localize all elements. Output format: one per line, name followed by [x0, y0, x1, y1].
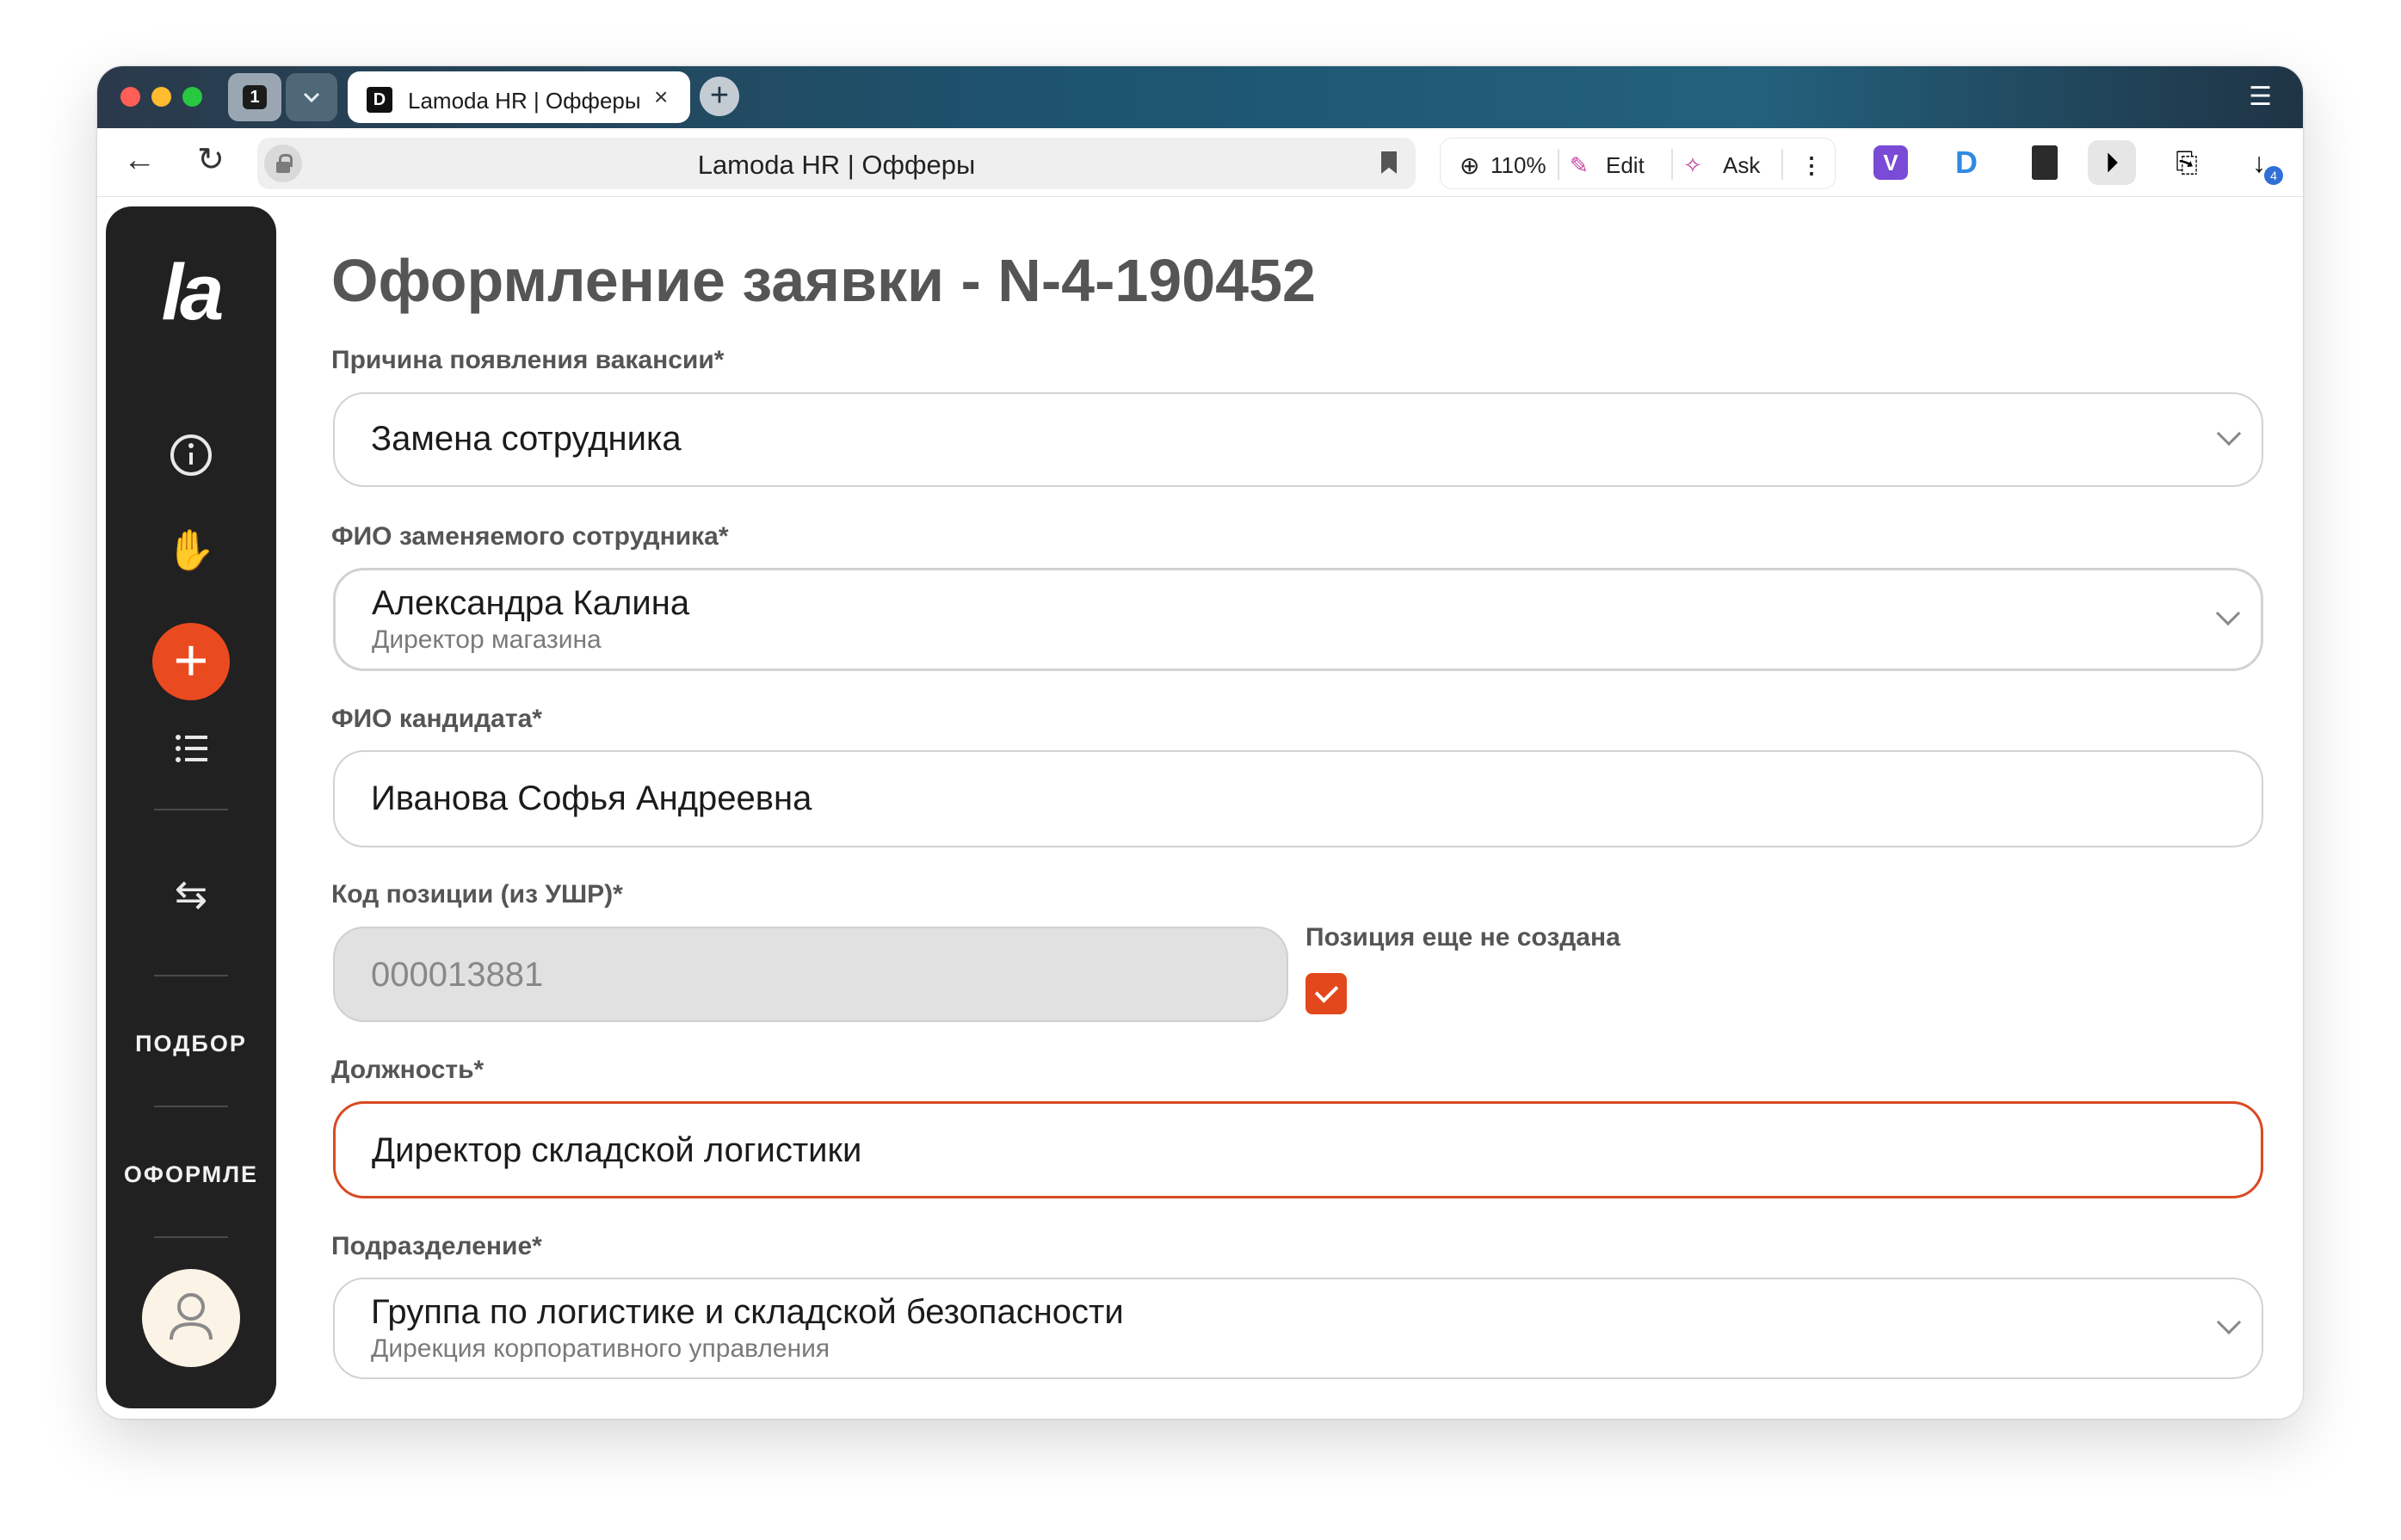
minimize-window-button[interactable]: [151, 87, 171, 107]
reason-label: Причина появления вакансии*: [331, 346, 725, 374]
zoom-icon: ⊕: [1460, 152, 1480, 179]
info-icon[interactable]: [169, 433, 213, 477]
position-not-created-label: Позиция еще не создана: [1305, 923, 1620, 952]
nav-oformlenie[interactable]: ОФОРМЛЕ: [106, 1161, 276, 1188]
replaced-employee-select[interactable]: Александра Калина Директор магазина: [333, 568, 2263, 671]
ask-icon: ✧: [1683, 152, 1702, 178]
candidate-input[interactable]: Иванова Софья Андреевна: [333, 750, 2263, 847]
page-title: Оформление заявки - N-4-190452: [331, 247, 1316, 314]
department-label: Подразделение*: [331, 1232, 542, 1260]
position-code-label: Код позиции (из УШР)*: [331, 880, 623, 909]
active-tab[interactable]: D Lamoda HR | Офферы ×: [348, 71, 690, 123]
lamoda-favicon-icon: D: [367, 87, 392, 113]
divider: [154, 1106, 228, 1107]
reload-icon[interactable]: ↻: [197, 144, 225, 176]
back-arrow-icon[interactable]: ←: [123, 144, 156, 176]
close-tab-icon[interactable]: ×: [654, 83, 668, 111]
replaced-employee-position: Директор магазина: [372, 625, 602, 654]
department-parent: Дирекция корпоративного управления: [371, 1334, 830, 1363]
app-sidebar: la ✋ + ⇆ ПОДБОР ОФОРМЛЕ: [106, 206, 276, 1408]
nav-podbor[interactable]: ПОДБОР: [106, 1031, 276, 1057]
document-icon[interactable]: [2032, 145, 2058, 180]
tab-count-button[interactable]: 1: [228, 73, 281, 121]
tab-bar: 1 D Lamoda HR | Офферы × + ☰: [97, 66, 2303, 128]
address-text: Lamoda HR | Офферы: [697, 150, 976, 180]
avatar[interactable]: [142, 1269, 240, 1367]
candidate-label: ФИО кандидата*: [331, 705, 542, 733]
position-code-input[interactable]: 000013881: [333, 927, 1288, 1022]
reader-icon[interactable]: ⎘: [2170, 145, 2204, 180]
hand-icon[interactable]: ✋: [106, 527, 276, 574]
extension-v-icon[interactable]: V: [1873, 145, 1908, 180]
chevron-down-icon: [2215, 601, 2241, 626]
edit-icon: ✎: [1570, 152, 1589, 178]
list-icon[interactable]: [175, 733, 209, 764]
downloads-badge: 4: [2264, 166, 2283, 185]
candidate-value: Иванова Софья Андреевна: [371, 779, 812, 817]
more-options-icon[interactable]: ⋮: [1800, 152, 1823, 179]
job-title-label: Должность*: [331, 1056, 485, 1084]
edit-button[interactable]: Edit: [1606, 152, 1645, 179]
chevron-down-icon: [2216, 421, 2242, 447]
page-actions: ⊕ 110% ✎ Edit ✧ Ask ⋮: [1440, 138, 1836, 189]
position-code-value: 000013881: [371, 956, 544, 994]
new-tab-button[interactable]: +: [700, 77, 739, 116]
ask-button[interactable]: Ask: [1723, 152, 1760, 179]
divider: [154, 1236, 228, 1238]
chevron-down-icon: [2216, 1309, 2242, 1335]
swap-arrows-icon[interactable]: ⇆: [106, 871, 276, 917]
department-value: Группа по логистике и складской безопасн…: [371, 1293, 1124, 1331]
job-title-value: Директор складской логистики: [372, 1131, 862, 1169]
user-icon: [170, 1293, 213, 1340]
divider: [154, 809, 228, 810]
replaced-employee-name: Александра Калина: [372, 584, 690, 622]
replaced-employee-label: ФИО заменяемого сотрудника*: [331, 522, 729, 551]
tab-title: Lamoda HR | Офферы: [408, 88, 641, 114]
reason-value: Замена сотрудника: [371, 420, 682, 458]
tab-count: 1: [243, 85, 267, 109]
close-window-button[interactable]: [120, 87, 140, 107]
add-request-button[interactable]: +: [152, 623, 230, 700]
extension-d-icon[interactable]: D: [1949, 145, 1984, 180]
chevron-down-icon: [303, 92, 320, 103]
lamoda-logo[interactable]: la: [106, 248, 276, 338]
hamburger-menu-icon[interactable]: ☰: [2249, 82, 2272, 112]
job-title-input[interactable]: Директор складской логистики: [333, 1101, 2263, 1198]
divider: [154, 975, 228, 976]
department-select[interactable]: Группа по логистике и складской безопасн…: [333, 1278, 2263, 1379]
position-not-created-checkbox[interactable]: [1305, 973, 1347, 1014]
address-bar[interactable]: Lamoda HR | Офферы: [257, 138, 1416, 189]
tab-list-button[interactable]: [286, 73, 337, 121]
media-player-icon[interactable]: ⏵: [2088, 140, 2136, 185]
zoom-level[interactable]: 110%: [1491, 152, 1546, 179]
toolbar: ← ↻ Lamoda HR | Офферы ⊕ 110% ✎ Edit ✧ A…: [97, 128, 2303, 197]
maximize-window-button[interactable]: [182, 87, 202, 107]
browser-window: 1 D Lamoda HR | Офферы × + ☰ ← ↻ Lamoda …: [97, 66, 2303, 1419]
reason-select[interactable]: Замена сотрудника: [333, 392, 2263, 487]
